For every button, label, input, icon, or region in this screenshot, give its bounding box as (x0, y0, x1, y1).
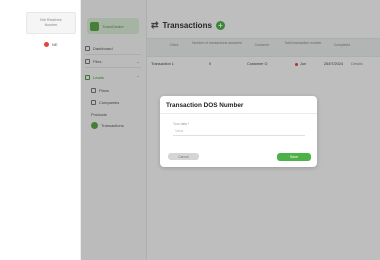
dialog-title: Transaction DOS Number (166, 102, 244, 109)
number-card[interactable]: Brb Relatives Number (26, 12, 76, 34)
card-line-2: Number (44, 23, 58, 27)
divider (160, 113, 317, 114)
flag-icon (44, 42, 49, 47)
transaction-number-dialog: Transaction DOS Number Your data * Cance… (160, 96, 317, 167)
language-selector[interactable]: NE (44, 42, 58, 47)
save-button[interactable]: Save (277, 153, 311, 161)
cancel-button[interactable]: Cancel (168, 153, 199, 160)
language-label: NE (52, 42, 58, 47)
left-panel: Brb Relatives Number NE (0, 0, 81, 260)
dos-number-input[interactable] (173, 127, 305, 136)
field-label: Your data * (173, 122, 190, 126)
